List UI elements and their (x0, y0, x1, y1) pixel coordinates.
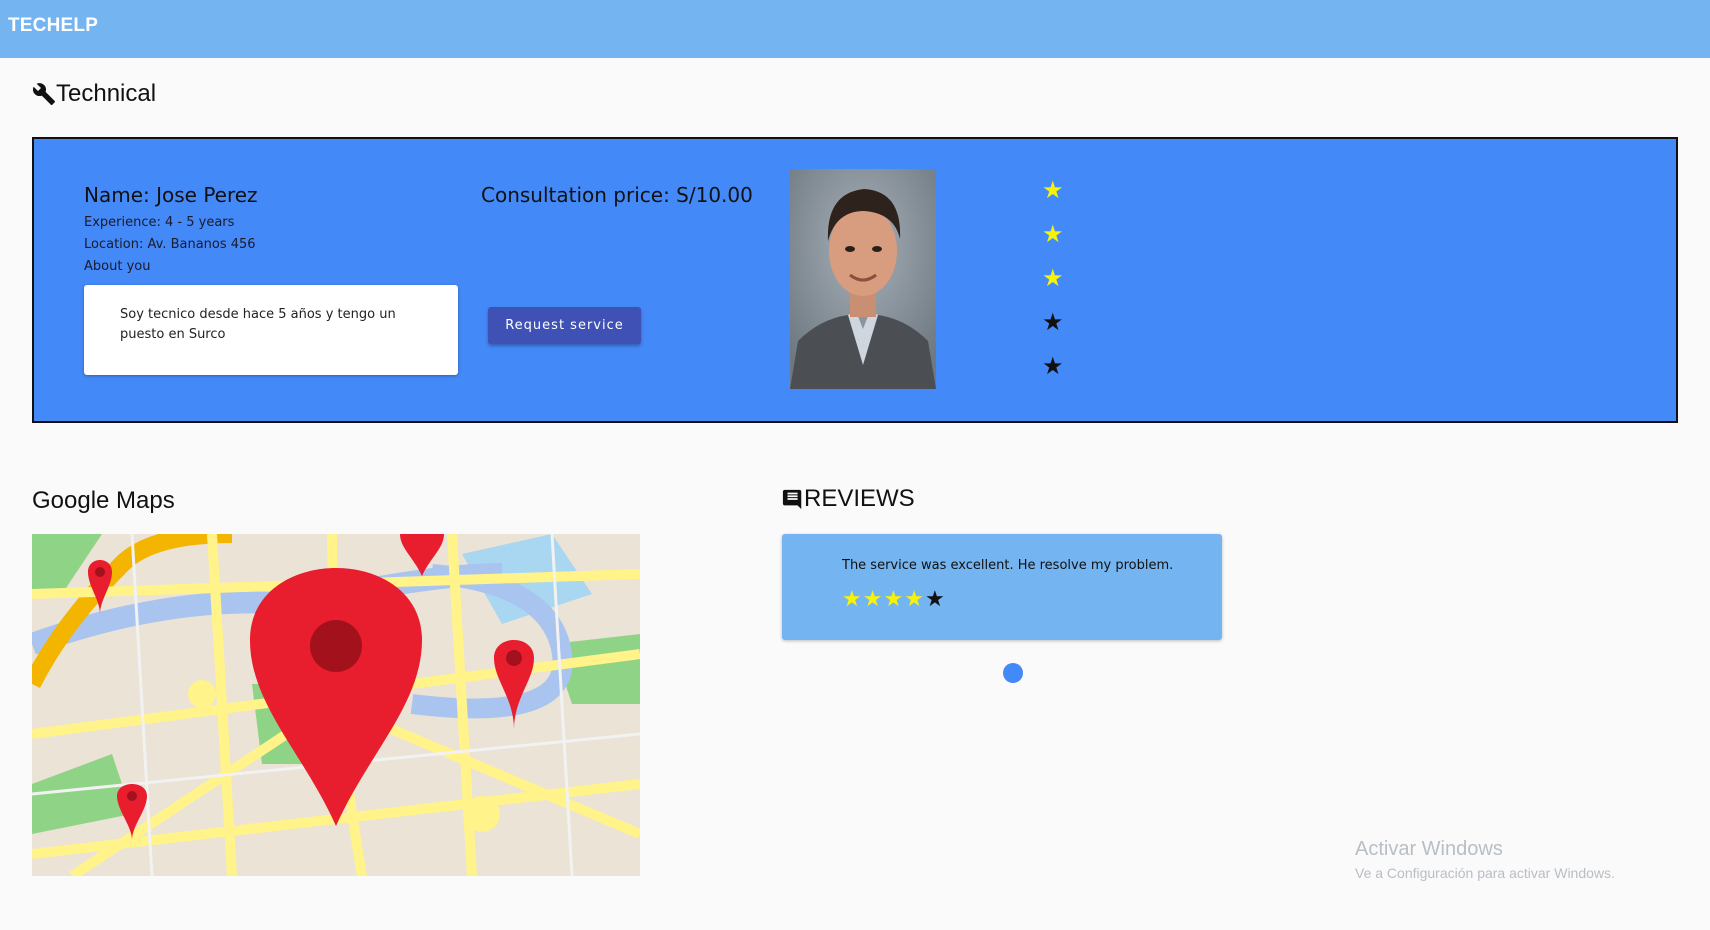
star-icon: ★ (924, 586, 946, 611)
consultation-price: Consultation price: S/10.00 (481, 183, 753, 207)
reviews-title: REVIEWS (804, 485, 915, 512)
star-icon: ★ (883, 586, 905, 611)
about-textbox[interactable]: Soy tecnico desde hace 5 años y tengo un… (84, 285, 458, 375)
star-icon: ★ (1042, 265, 1064, 292)
comment-icon (782, 488, 804, 510)
review-rating: ★★★★★ (842, 586, 946, 612)
map-image[interactable] (32, 534, 640, 876)
watermark-subtitle: Ve a Configuración para activar Windows. (1355, 865, 1615, 881)
about-label: About you (84, 259, 151, 274)
maps-heading: Google Maps (32, 487, 175, 515)
windows-activation-watermark: Activar Windows Ve a Configuración para … (1355, 838, 1615, 881)
maps-title: Google Maps (32, 487, 175, 514)
review-card: The service was excellent. He resolve my… (782, 534, 1222, 640)
star-icon: ★ (1042, 353, 1064, 380)
about-text: Soy tecnico desde hace 5 años y tengo un… (120, 307, 396, 342)
brand-title[interactable]: TECHELP (8, 15, 98, 37)
star-icon: ★ (842, 586, 863, 611)
technician-card: Name: Jose Perez Experience: 4 - 5 years… (32, 137, 1678, 423)
star-icon: ★ (1042, 177, 1064, 204)
technician-photo (790, 169, 936, 389)
technician-name: Name: Jose Perez (84, 183, 258, 207)
request-service-button[interactable]: Request service (488, 307, 641, 344)
technical-title: Technical (56, 80, 157, 107)
technician-experience: Experience: 4 - 5 years (84, 215, 235, 230)
technician-info: Name: Jose Perez Experience: 4 - 5 years… (84, 183, 258, 274)
star-icon: ★ (1042, 309, 1064, 336)
reviews-heading: REVIEWS (782, 485, 915, 513)
watermark-title: Activar Windows (1355, 838, 1503, 860)
technical-heading: Technical (32, 80, 156, 108)
wrench-icon (32, 82, 56, 106)
star-icon: ★ (904, 586, 925, 611)
technician-rating: ★ ★ ★ ★ ★ (1042, 169, 1064, 389)
technician-location: Location: Av. Bananos 456 (84, 237, 256, 252)
carousel-indicator[interactable] (1003, 663, 1023, 683)
review-text: The service was excellent. He resolve my… (842, 558, 1174, 573)
star-icon: ★ (862, 586, 884, 611)
star-icon: ★ (1042, 221, 1064, 248)
top-app-bar: TECHELP (0, 0, 1710, 58)
